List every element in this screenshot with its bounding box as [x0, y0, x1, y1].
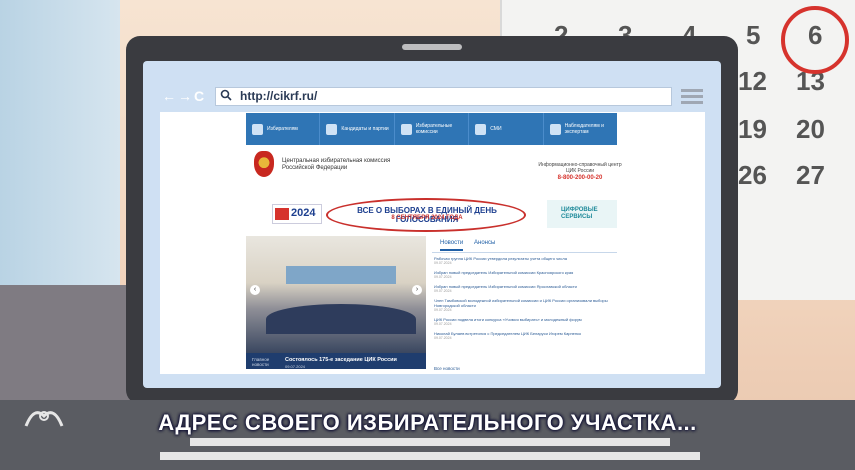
news-list: Рабочая группа ЦИК России утвердила резу…	[434, 256, 620, 345]
news-date: 09.07.2024	[434, 308, 452, 312]
news-date: 09.07.2024	[434, 322, 452, 326]
document-icon	[400, 123, 412, 135]
slider-prev-button[interactable]: ‹	[250, 285, 260, 295]
news-date: 09.07.2024	[434, 336, 452, 340]
news-date: 09.07.2024	[434, 275, 452, 279]
nav-label: СМИ	[490, 126, 502, 132]
slide-date: 09.07.2024	[285, 364, 306, 369]
calendar-day: 26	[738, 160, 767, 190]
hotline-phone[interactable]: 8-800-200-00-20	[536, 175, 624, 181]
tab-announcements[interactable]: Анонсы	[474, 240, 495, 246]
nav-item-commissions[interactable]: Избирательные комиссии	[395, 113, 470, 145]
news-title: Член Тамбовской молодежной избирательной…	[434, 298, 608, 308]
url-text[interactable]: http://cikrf.ru/	[240, 89, 317, 103]
election-2024-logo[interactable]: 2024	[272, 204, 322, 224]
logo-year: 2024	[291, 207, 316, 219]
list-item[interactable]: ЦИК России подвела итоги конкурса «Учимс…	[434, 317, 620, 326]
calendar-day: 5	[746, 20, 761, 50]
site-top-nav: Избирателям Кандидаты и партии Избирател…	[246, 113, 617, 145]
list-item[interactable]: Избран новый председатель Избирательной …	[434, 284, 620, 293]
calendar-day: 19	[738, 114, 767, 144]
info-center-label: Информационно-справочный центр ЦИК Росси…	[538, 162, 622, 174]
russian-coat-of-arms-logo	[254, 151, 274, 177]
list-item[interactable]: Рабочая группа ЦИК России утвердила резу…	[434, 256, 620, 265]
organization-name[interactable]: Центральная избирательная комиссия Росси…	[282, 158, 402, 172]
list-item[interactable]: Избран новый председатель Избирательной …	[434, 270, 620, 279]
slide-category: Главное новости	[252, 357, 270, 367]
nav-label: Наблюдателям и экспертам	[564, 123, 604, 135]
list-item[interactable]: Николай Булаев встретился с Председателе…	[434, 331, 620, 340]
all-news-link[interactable]: Все новости	[434, 366, 460, 371]
slide-title[interactable]: Состоялось 175-е заседание ЦИК России	[285, 357, 397, 363]
calendar-day: 27	[796, 160, 825, 190]
monitor-icon	[549, 123, 561, 135]
nav-label: Избирателям	[267, 126, 298, 132]
calendar-circle-mark	[781, 6, 849, 74]
news-date: 09.07.2024	[434, 261, 452, 265]
browser-nav-buttons[interactable]: ←→C	[162, 88, 206, 104]
window-curtain	[0, 0, 120, 300]
keyboard-row	[160, 452, 700, 460]
digital-services-banner[interactable]: ЦИФРОВЫЕ СЕРВИСЫ	[547, 200, 617, 228]
nav-item-voters[interactable]: Избирателям	[246, 113, 321, 145]
keyboard-row	[190, 438, 670, 446]
news-date: 09.07.2024	[434, 289, 452, 293]
news-photo-slider[interactable]	[246, 236, 426, 353]
calendar-day: 20	[796, 114, 825, 144]
hamburger-menu-icon[interactable]	[681, 89, 703, 107]
video-caption: АДРЕС СВОЕГО ИЗБИРАТЕЛЬНОГО УЧАСТКА...	[158, 410, 697, 435]
tab-news[interactable]: Новости	[440, 240, 464, 251]
list-item[interactable]: Член Тамбовской молодежной избирательной…	[434, 298, 620, 312]
banner-date: 8 СЕНТЯБРЯ 2024 ГОДА	[391, 215, 463, 221]
nav-label: Кандидаты и партии	[341, 126, 389, 132]
ballot-box-icon	[252, 123, 263, 135]
slider-next-button[interactable]: ›	[412, 285, 422, 295]
people-icon	[326, 123, 338, 135]
nav-label: Избирательные комиссии	[415, 123, 453, 135]
camera-icon	[475, 123, 487, 135]
news-tabs: Новости Анонсы	[432, 240, 617, 253]
nav-item-candidates[interactable]: Кандидаты и партии	[320, 113, 395, 145]
search-icon	[220, 89, 232, 101]
nav-item-observers[interactable]: Наблюдателям и экспертам	[544, 113, 617, 145]
digital-services-label: ЦИФРОВЫЕ СЕРВИСЫ	[561, 207, 598, 220]
nav-item-media[interactable]: СМИ	[469, 113, 544, 145]
calendar-day: 12	[738, 66, 767, 96]
laptop-camera	[402, 44, 462, 50]
